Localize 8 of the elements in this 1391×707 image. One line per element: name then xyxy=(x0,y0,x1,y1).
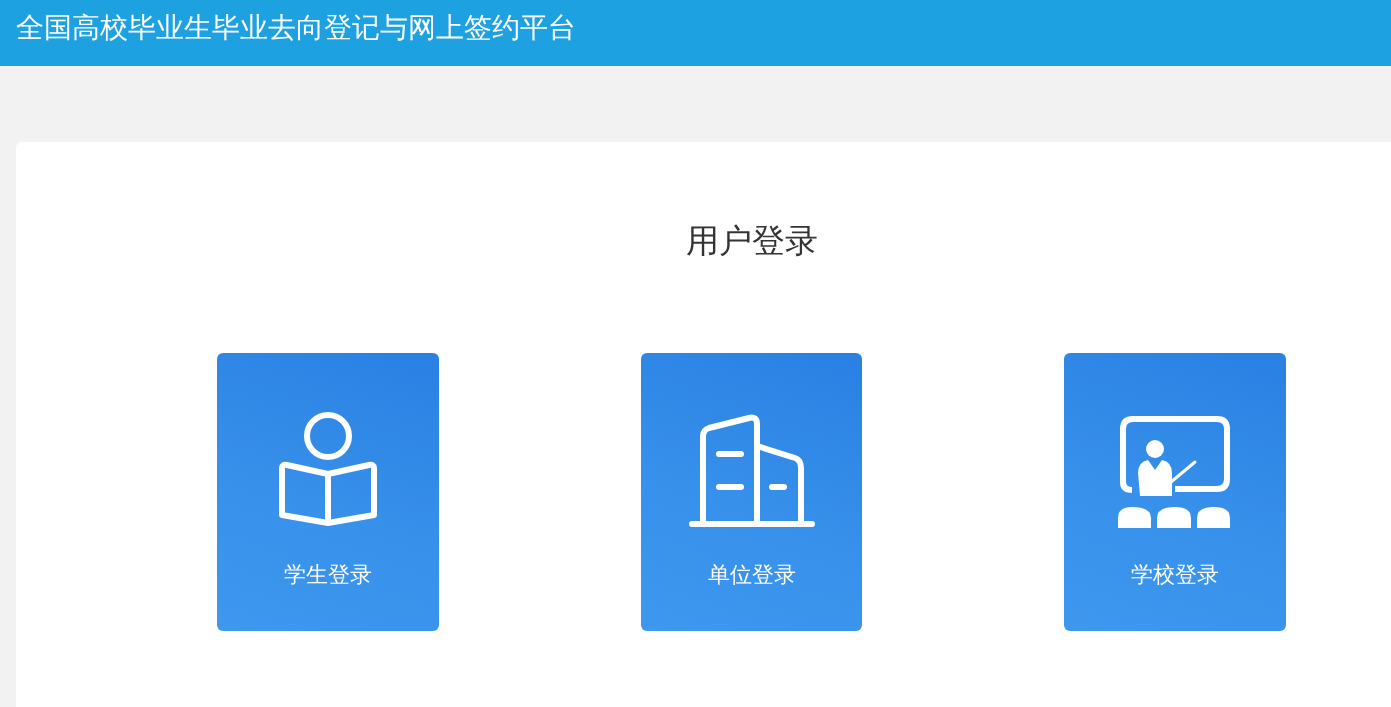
teacher-at-board-icon xyxy=(1118,414,1233,528)
login-option-button[interactable]: 学校登录 xyxy=(1064,353,1286,631)
building-icon xyxy=(688,414,815,528)
login-option-button[interactable]: 学生登录 xyxy=(217,353,439,631)
reading-person-icon xyxy=(276,412,379,528)
login-title: 用户登录 xyxy=(685,221,818,261)
login-option-button[interactable]: 单位登录 xyxy=(640,353,863,631)
site-title: 全国高校毕业生毕业去向登记与网上签约平台 xyxy=(16,11,576,45)
